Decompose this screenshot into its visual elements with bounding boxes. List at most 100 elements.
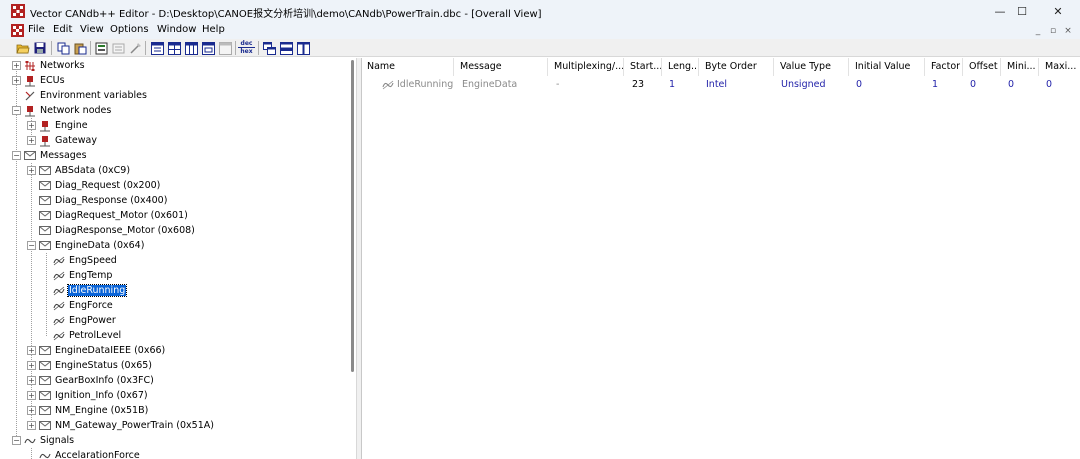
view-detail-icon[interactable] bbox=[200, 40, 216, 56]
menu-edit[interactable]: Edit bbox=[53, 24, 72, 35]
column-header-byte-order[interactable]: Byte Order bbox=[700, 58, 774, 76]
toolbar-separator bbox=[145, 41, 146, 55]
collapse-toggle[interactable]: − bbox=[12, 106, 21, 115]
tree-node-message[interactable]: + Ignition_Info (0x67) bbox=[27, 388, 149, 403]
overall-view-list[interactable]: Name Message Multiplexing/... Start... L… bbox=[362, 58, 1080, 459]
tile-vertical-icon[interactable] bbox=[295, 40, 311, 56]
tree-node-message[interactable]: + GearBoxInfo (0x3FC) bbox=[27, 373, 155, 388]
tree-node-message[interactable]: + EngineDataIEEE (0x66) bbox=[27, 343, 166, 358]
tree-label: Engine bbox=[55, 120, 88, 131]
collapse-toggle[interactable]: − bbox=[27, 241, 36, 250]
tree-node-signal[interactable]: EngSpeed bbox=[53, 253, 118, 268]
tree-node-gateway[interactable]: + Gateway bbox=[27, 133, 98, 148]
menu-window[interactable]: Window bbox=[157, 24, 196, 35]
document-icon[interactable] bbox=[11, 24, 24, 37]
toolbar-separator bbox=[235, 41, 236, 55]
column-header-offset[interactable]: Offset bbox=[964, 58, 1001, 76]
tree-label: EngineStatus (0x65) bbox=[55, 360, 153, 371]
expand-toggle[interactable]: + bbox=[27, 121, 36, 130]
collapse-toggle[interactable]: − bbox=[12, 436, 21, 445]
column-header-multiplexing[interactable]: Multiplexing/... bbox=[549, 58, 624, 76]
expand-toggle[interactable]: + bbox=[27, 376, 36, 385]
column-header-message[interactable]: Message bbox=[455, 58, 548, 76]
mdi-minimize-button[interactable]: _ bbox=[1031, 24, 1045, 37]
view-columns-icon[interactable] bbox=[183, 40, 199, 56]
column-header-startbit[interactable]: Start... bbox=[625, 58, 662, 76]
tree-node-message[interactable]: + NM_Engine (0x51B) bbox=[27, 403, 149, 418]
open-folder-icon[interactable] bbox=[15, 40, 31, 56]
tree-node-message[interactable]: + ABSdata (0xC9) bbox=[27, 163, 131, 178]
menu-help[interactable]: Help bbox=[202, 24, 225, 35]
expand-toggle[interactable]: + bbox=[27, 361, 36, 370]
view-disabled-icon[interactable] bbox=[217, 40, 233, 56]
tree-label: EngPower bbox=[69, 315, 116, 326]
column-header-value-type[interactable]: Value Type bbox=[775, 58, 849, 76]
tree-node-message[interactable]: + NM_Gateway_PowerTrain (0x51A) bbox=[27, 418, 215, 433]
tree-node-ecus[interactable]: + ECUs bbox=[12, 73, 66, 88]
expand-toggle[interactable]: + bbox=[27, 166, 36, 175]
cell-byte-order: Intel bbox=[706, 79, 728, 90]
dec-hex-toggle-button[interactable]: dec hex bbox=[238, 40, 255, 56]
copy-icon[interactable] bbox=[55, 40, 71, 56]
wizard-icon[interactable] bbox=[127, 40, 143, 56]
object-tree[interactable]: + Networks + ECUs Environment variables … bbox=[6, 58, 348, 459]
column-header-factor[interactable]: Factor bbox=[926, 58, 963, 76]
tree-node-messages[interactable]: − Messages bbox=[12, 148, 88, 163]
network-node-icon bbox=[39, 120, 51, 132]
tree-label: EngForce bbox=[69, 300, 113, 311]
column-header-maximum[interactable]: Maxi... bbox=[1040, 58, 1080, 76]
expand-toggle[interactable]: + bbox=[12, 76, 21, 85]
menu-file[interactable]: File bbox=[28, 24, 45, 35]
mdi-restore-button[interactable]: ▫ bbox=[1046, 24, 1060, 37]
tree-label: Networks bbox=[40, 60, 85, 71]
cascade-windows-icon[interactable] bbox=[261, 40, 277, 56]
tree-node-signals[interactable]: − Signals bbox=[12, 433, 75, 448]
tile-horizontal-icon[interactable] bbox=[278, 40, 294, 56]
tree-label: DiagRequest_Motor (0x601) bbox=[55, 210, 188, 221]
save-icon[interactable] bbox=[32, 40, 48, 56]
tree-node-signal[interactable]: EngTemp bbox=[53, 268, 113, 283]
tree-node-networks[interactable]: + Networks bbox=[12, 58, 86, 73]
column-header-initial-value[interactable]: Initial Value bbox=[850, 58, 925, 76]
menu-view[interactable]: View bbox=[80, 24, 104, 35]
tree-label: Gateway bbox=[55, 135, 97, 146]
expand-toggle[interactable]: + bbox=[27, 406, 36, 415]
disabled-list-icon[interactable] bbox=[110, 40, 126, 56]
tree-node-message[interactable]: − EngineData (0x64) bbox=[27, 238, 145, 253]
expand-toggle[interactable]: + bbox=[27, 346, 36, 355]
tree-node-signal[interactable]: AccelarationForce bbox=[39, 448, 141, 459]
expand-toggle[interactable]: + bbox=[27, 136, 36, 145]
column-header-minimum[interactable]: Mini... bbox=[1002, 58, 1039, 76]
tree-node-message[interactable]: + EngineStatus (0x65) bbox=[27, 358, 153, 373]
collapse-toggle[interactable]: − bbox=[12, 151, 21, 160]
expand-toggle[interactable]: + bbox=[12, 61, 21, 70]
properties-icon[interactable] bbox=[93, 40, 109, 56]
cell-offset: 0 bbox=[970, 79, 977, 90]
tree-node-message[interactable]: Diag_Request (0x200) bbox=[39, 178, 161, 193]
menu-bar: File Edit View Options Window Help _ ▫ × bbox=[0, 22, 1080, 39]
tree-node-message[interactable]: Diag_Response (0x400) bbox=[39, 193, 168, 208]
tree-node-message[interactable]: DiagResponse_Motor (0x608) bbox=[39, 223, 196, 238]
paste-icon[interactable] bbox=[72, 40, 88, 56]
tree-node-signal[interactable]: PetrolLevel bbox=[53, 328, 122, 343]
tree-node-signal[interactable]: EngForce bbox=[53, 298, 114, 313]
menu-options[interactable]: Options bbox=[110, 24, 149, 35]
close-button[interactable]: ✕ bbox=[1036, 0, 1080, 22]
tree-label: IdleRunning bbox=[66, 284, 128, 297]
tree-label: EngineDataIEEE (0x66) bbox=[55, 345, 166, 356]
tree-scrollbar-thumb[interactable] bbox=[351, 60, 354, 372]
view-table-icon[interactable] bbox=[149, 40, 165, 56]
tree-node-environment-variables[interactable]: Environment variables bbox=[24, 88, 148, 103]
view-grid-icon[interactable] bbox=[166, 40, 182, 56]
tree-node-message[interactable]: DiagRequest_Motor (0x601) bbox=[39, 208, 189, 223]
column-header-name[interactable]: Name bbox=[362, 58, 454, 76]
mdi-close-button[interactable]: × bbox=[1061, 24, 1075, 37]
tree-node-network-nodes[interactable]: − Network nodes bbox=[12, 103, 112, 118]
tree-node-engine[interactable]: + Engine bbox=[27, 118, 89, 133]
tree-node-signal-selected[interactable]: IdleRunning bbox=[53, 283, 128, 298]
tree-node-signal[interactable]: EngPower bbox=[53, 313, 117, 328]
expand-toggle[interactable]: + bbox=[27, 391, 36, 400]
column-header-length[interactable]: Leng... bbox=[663, 58, 699, 76]
tree-label: ABSdata (0xC9) bbox=[55, 165, 131, 176]
expand-toggle[interactable]: + bbox=[27, 421, 36, 430]
